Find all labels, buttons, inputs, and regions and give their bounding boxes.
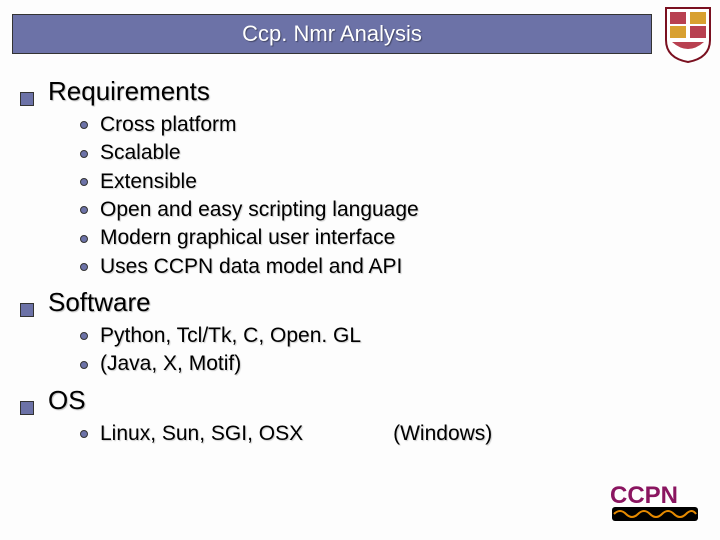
title-bar: Ccp. Nmr Analysis xyxy=(12,14,652,54)
list-item-text: Modern graphical user interface xyxy=(100,224,395,252)
os-list: Linux, Sun, SGI, OSX (Windows) xyxy=(80,420,700,448)
dot-bullet-icon xyxy=(80,263,88,271)
page-title: Ccp. Nmr Analysis xyxy=(242,21,422,47)
list-item-text: Open and easy scripting language xyxy=(100,196,419,224)
cambridge-crest-icon xyxy=(664,6,712,69)
dot-bullet-icon xyxy=(80,235,88,243)
list-item: Open and easy scripting language xyxy=(80,196,700,224)
list-item-text: Scalable xyxy=(100,139,181,167)
square-bullet-icon xyxy=(20,401,34,415)
section-heading: OS xyxy=(48,385,86,416)
dot-bullet-icon xyxy=(80,430,88,438)
software-list: Python, Tcl/Tk, C, Open. GL (Java, X, Mo… xyxy=(80,322,700,379)
list-item-text: Extensible xyxy=(100,168,197,196)
list-item-text: (Java, X, Motif) xyxy=(100,350,241,378)
content: Requirements Cross platform Scalable Ext… xyxy=(20,70,700,450)
dot-bullet-icon xyxy=(80,332,88,340)
list-item-text: Cross platform xyxy=(100,111,237,139)
dot-bullet-icon xyxy=(80,178,88,186)
section-os: OS xyxy=(20,385,700,416)
requirements-list: Cross platform Scalable Extensible Open … xyxy=(80,111,700,281)
os-aside: (Windows) xyxy=(393,420,492,448)
dot-bullet-icon xyxy=(80,121,88,129)
list-item: Extensible xyxy=(80,168,700,196)
ccpn-logo-text: CCPN xyxy=(610,482,678,509)
list-item: Python, Tcl/Tk, C, Open. GL xyxy=(80,322,700,350)
list-item-text: Linux, Sun, SGI, OSX xyxy=(100,420,303,448)
section-heading: Software xyxy=(48,287,151,318)
list-item: Uses CCPN data model and API xyxy=(80,253,700,281)
list-item: Cross platform xyxy=(80,111,700,139)
section-requirements: Requirements xyxy=(20,76,700,107)
dot-bullet-icon xyxy=(80,150,88,158)
list-item: (Java, X, Motif) xyxy=(80,350,700,378)
dot-bullet-icon xyxy=(80,206,88,214)
section-software: Software xyxy=(20,287,700,318)
square-bullet-icon xyxy=(20,92,34,106)
list-item-text: Uses CCPN data model and API xyxy=(100,253,402,281)
list-item: Scalable xyxy=(80,139,700,167)
section-heading: Requirements xyxy=(48,76,210,107)
dot-bullet-icon xyxy=(80,361,88,369)
ccpn-logo: CCPN xyxy=(610,481,706,530)
list-item: Linux, Sun, SGI, OSX (Windows) xyxy=(80,420,700,448)
list-item-text: Python, Tcl/Tk, C, Open. GL xyxy=(100,322,361,350)
square-bullet-icon xyxy=(20,303,34,317)
list-item: Modern graphical user interface xyxy=(80,224,700,252)
